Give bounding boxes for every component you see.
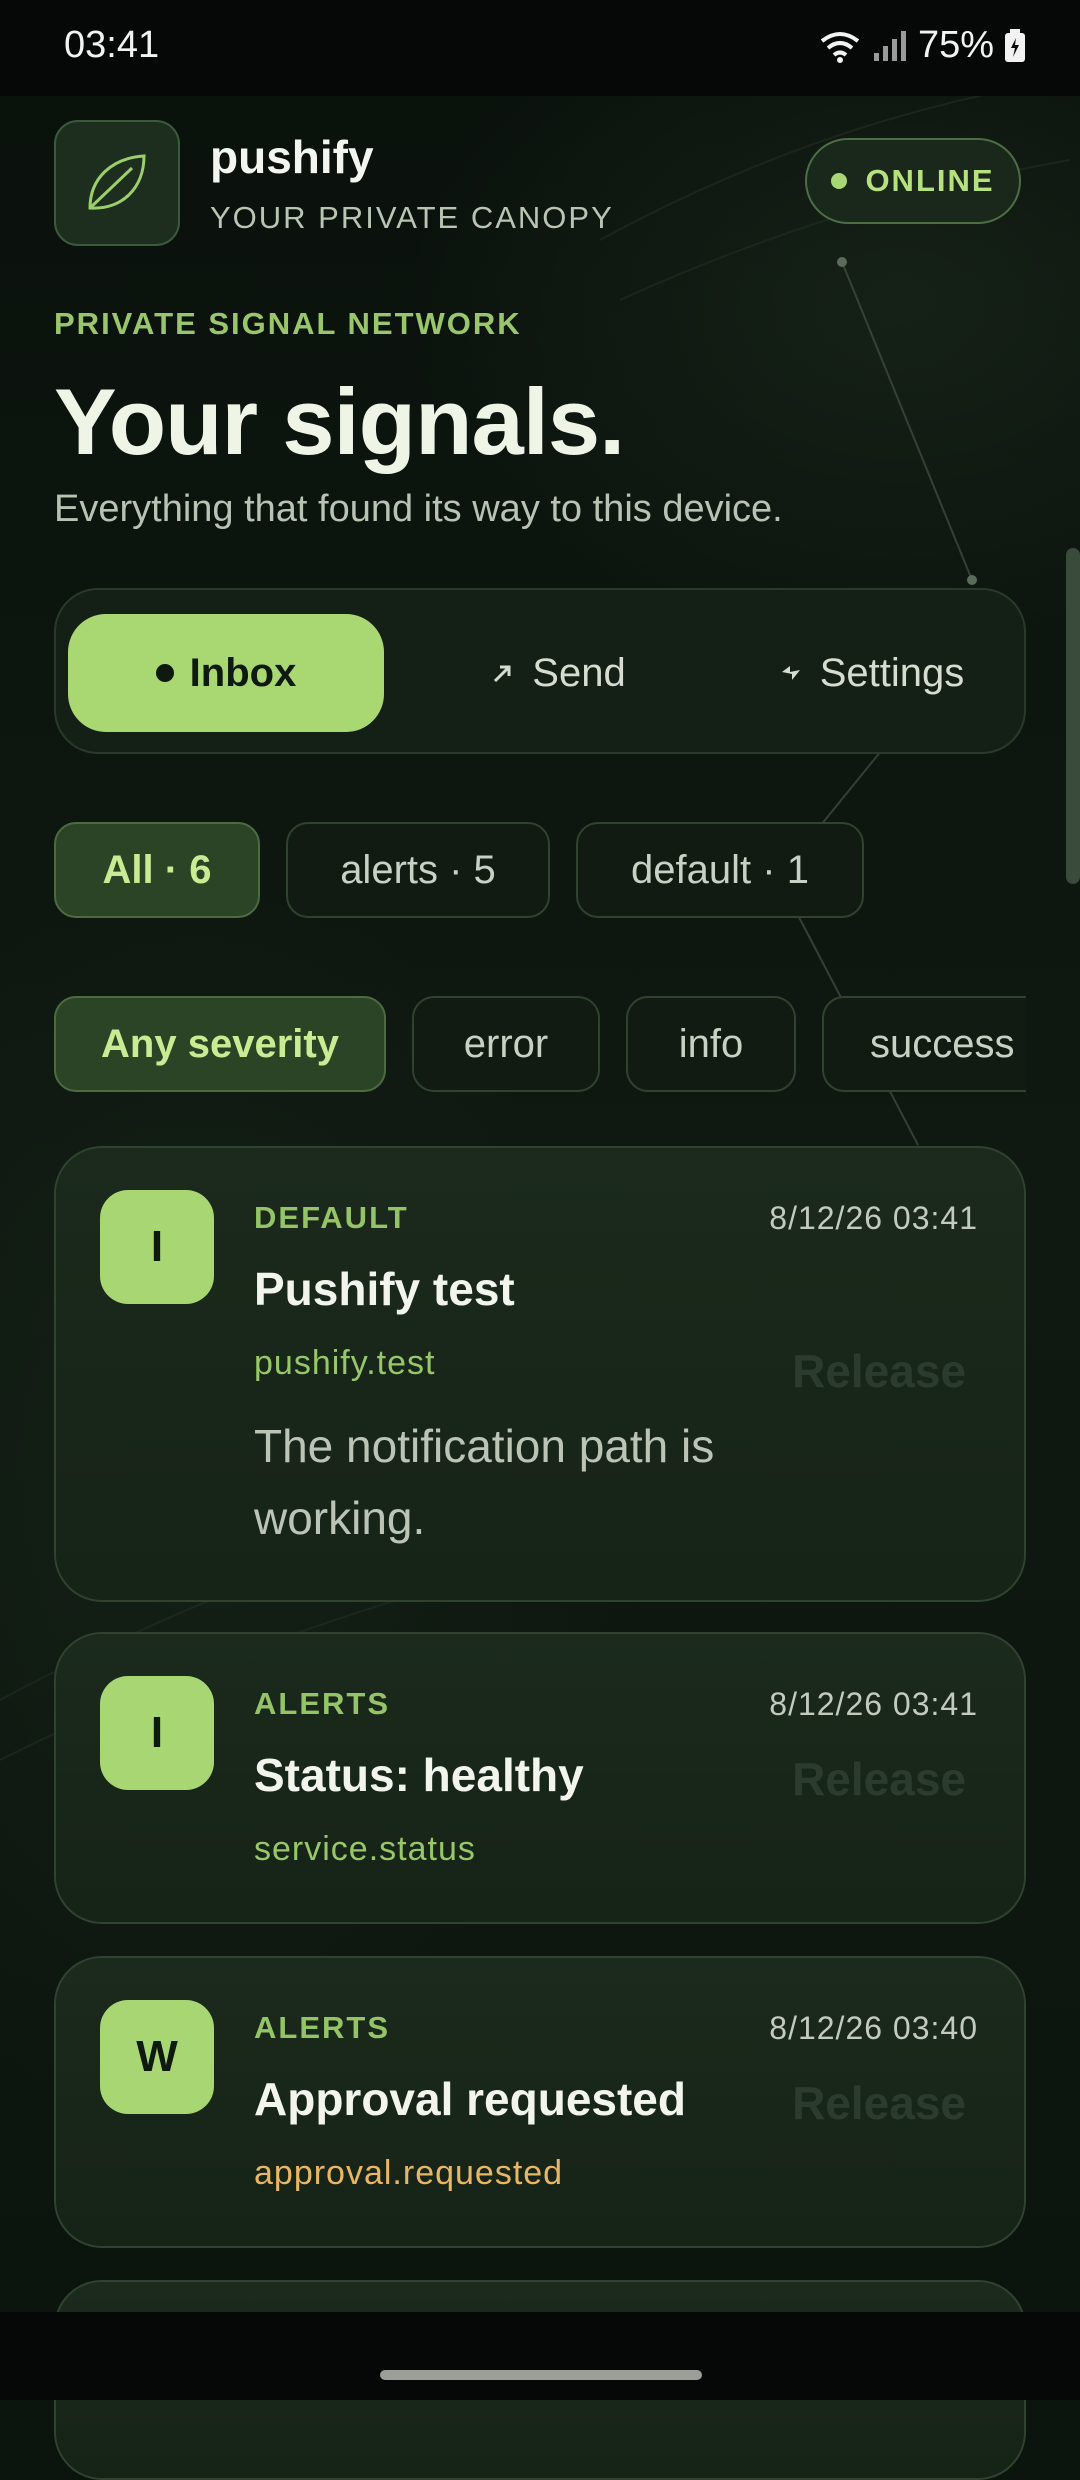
battery-percent: 75%: [917, 24, 994, 66]
notification-source: pushify.test: [254, 1344, 436, 1382]
severity-chip-label: info: [678, 1021, 744, 1066]
notification-avatar: W: [100, 2000, 214, 2114]
home-indicator[interactable]: [380, 2370, 702, 2380]
notification-title: Approval requested: [254, 2073, 686, 2125]
leaf-icon: [88, 154, 146, 210]
notification-avatar: I: [100, 1676, 214, 1790]
filter-chip-alerts[interactable]: alerts · 5: [286, 822, 550, 918]
notification-source: approval.requested: [254, 2154, 564, 2192]
signal-icon: [873, 30, 906, 61]
status-dot-icon: [831, 173, 848, 189]
severity-chip-label: Any severity: [101, 1021, 339, 1066]
status-bar: 03:41 75%: [0, 0, 1080, 96]
brand-name: pushify: [210, 131, 374, 183]
tab-settings[interactable]: Settings: [736, 614, 1006, 732]
filter-chip-all[interactable]: All · 6: [54, 822, 260, 918]
notification-time: 8/12/26 03:40: [769, 2010, 978, 2046]
notification-title: Pushify test: [254, 1263, 515, 1315]
severity-chip-label: success: [870, 1021, 1015, 1066]
notification-source: service.status: [254, 1830, 476, 1868]
arrow-up-right-icon: [494, 665, 511, 683]
page-title: Your signals.: [54, 369, 625, 474]
release-button[interactable]: Release: [792, 1344, 966, 1398]
filter-chip-default[interactable]: default · 1: [576, 822, 864, 918]
status-time: 03:41: [64, 24, 160, 66]
notification-avatar: I: [100, 1190, 214, 1304]
release-button[interactable]: Release: [792, 1752, 966, 1806]
severity-chip-any[interactable]: Any severity: [54, 996, 386, 1092]
system-nav-bar: [0, 2312, 1080, 2400]
online-status-badge[interactable]: ONLINE: [805, 138, 1021, 224]
notification-category: ALERTS: [254, 2010, 390, 2045]
scrollbar[interactable]: [1066, 548, 1080, 884]
filter-chip-label: alerts · 5: [340, 847, 496, 892]
notification-time: 8/12/26 03:41: [769, 1200, 978, 1236]
wifi-icon: [820, 31, 860, 63]
brand-tagline: YOUR PRIVATE CANOPY: [210, 200, 614, 235]
severity-chip-error[interactable]: error: [412, 996, 600, 1092]
release-button[interactable]: Release: [792, 2076, 966, 2130]
notification-time: 8/12/26 03:41: [769, 1686, 978, 1722]
notification-card[interactable]: I ALERTS 8/12/26 03:41 Status: healthy R…: [54, 1632, 1026, 1924]
notification-category: DEFAULT: [254, 1200, 409, 1235]
dot-icon: [155, 664, 174, 682]
app-logo: [54, 120, 180, 246]
section-eyebrow: PRIVATE SIGNAL NETWORK: [54, 306, 522, 341]
tab-inbox[interactable]: Inbox: [68, 614, 384, 732]
battery-charging-icon: [1005, 28, 1025, 62]
filter-chip-label: default · 1: [631, 847, 809, 892]
notification-title: Status: healthy: [254, 1749, 584, 1801]
filter-chip-label: All · 6: [102, 847, 212, 892]
severity-chip-label: error: [463, 1021, 549, 1066]
online-status-label: ONLINE: [865, 163, 995, 198]
notification-card[interactable]: W ALERTS 8/12/26 03:40 Approval requeste…: [54, 1956, 1026, 2248]
severity-chip-info[interactable]: info: [626, 996, 796, 1092]
status-icons: 75%: [818, 24, 1026, 67]
tab-send-label: Send: [532, 650, 626, 695]
page-subtitle: Everything that found its way to this de…: [54, 488, 783, 530]
tab-send[interactable]: Send: [448, 614, 668, 732]
tab-settings-label: Settings: [819, 650, 965, 695]
main-nav: Inbox Send Settings: [54, 588, 1026, 754]
bolt-icon: [781, 666, 800, 680]
notification-card[interactable]: I DEFAULT 8/12/26 03:41 Pushify test pus…: [54, 1146, 1026, 1602]
severity-chip-success[interactable]: success: [822, 996, 1026, 1092]
notification-category: ALERTS: [254, 1686, 390, 1721]
notification-body: The notification path is working.: [254, 1420, 715, 1544]
tab-inbox-label: Inbox: [189, 650, 297, 695]
